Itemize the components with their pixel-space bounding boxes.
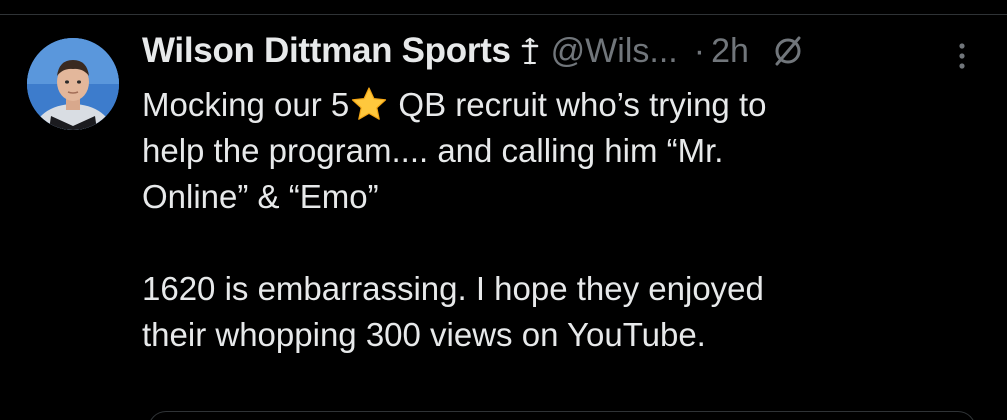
post-header: Wilson Dittman Sports @Wils... · 2h	[142, 26, 805, 76]
author-display-name[interactable]: Wilson Dittman Sports	[142, 31, 511, 71]
post-timestamp[interactable]: 2h	[711, 32, 749, 71]
post-text-segment: QB recruit who’s trying to	[389, 86, 767, 123]
avatar-image	[27, 38, 119, 130]
post-text-line: their whopping 300 views on YouTube.	[142, 316, 706, 353]
avatar[interactable]	[27, 38, 119, 130]
more-options-icon[interactable]	[952, 38, 972, 74]
post-text: Mocking our 5 QB recruit who’s trying to…	[142, 82, 972, 358]
top-divider	[0, 14, 1007, 15]
star-icon	[350, 86, 388, 122]
post-text-line: Mocking our 5 QB recruit who’s trying to	[142, 82, 972, 128]
post-text-segment: Mocking our 5	[142, 86, 350, 123]
grok-icon[interactable]	[771, 34, 805, 68]
post-text-line: help the program.... and calling him “Mr…	[142, 132, 724, 169]
post-text-line: Online” & “Emo”	[142, 178, 379, 215]
cross-icon	[519, 36, 541, 66]
separator-dot: ·	[693, 31, 706, 70]
author-handle[interactable]: @Wils...	[551, 32, 678, 71]
paragraph-break	[142, 220, 972, 266]
post-text-line: 1620 is embarrassing. I hope they enjoye…	[142, 270, 764, 307]
media-card-edge[interactable]	[148, 411, 976, 420]
